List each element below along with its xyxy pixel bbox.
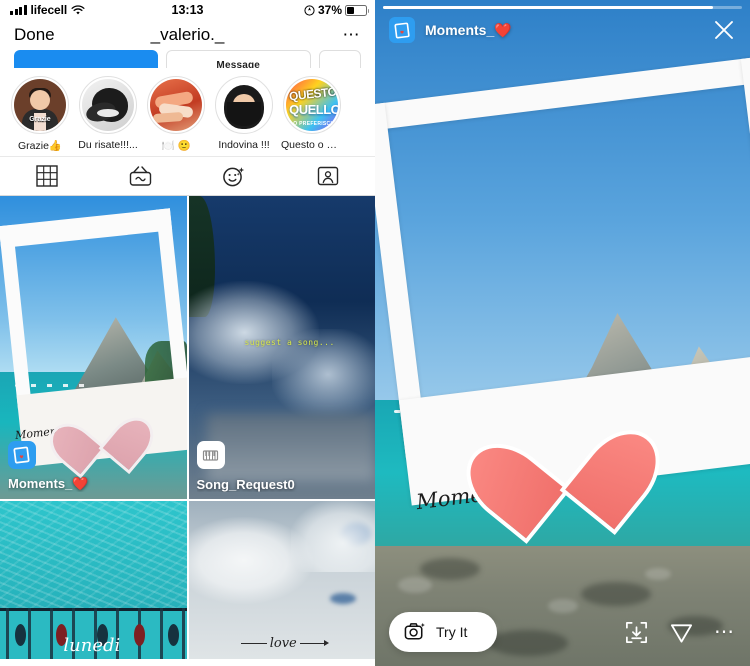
grid-item-lunedi[interactable]: lunedi [0, 501, 187, 659]
grid-item-label: Song_Request0 [196, 477, 295, 492]
grid-item-label: Moments_❤️ [8, 476, 89, 491]
profile-panel: lifecell 13:13 37% Done _valerio._ ⋯ Mes… [0, 0, 375, 666]
story-media: Moments... [375, 0, 750, 666]
highlight-questo-o-quello[interactable]: QUESTO QUELLO O PREFERISCI Questo o Q... [281, 76, 343, 152]
carrier-label: lifecell [30, 3, 68, 17]
highlight-label: Du risate!!!... [78, 139, 138, 151]
highlight-ring: Grazie [11, 76, 69, 134]
questo-art-line-2: QUELLO [289, 101, 338, 117]
highlight-grazie[interactable]: Grazie Grazie👍 [10, 76, 70, 152]
story-effect-title: Moments_❤️ [425, 21, 512, 38]
battery-icon [345, 4, 369, 16]
grazie-avatar-text: Grazie [29, 115, 51, 123]
app-screen: lifecell 13:13 37% Done _valerio._ ⋯ Mes… [0, 0, 750, 666]
story-viewer-panel: Moments... Moments_❤️ Try It ⋯ [375, 0, 750, 666]
more-dots-icon[interactable]: ⋯ [714, 622, 736, 642]
highlight-ring [215, 76, 273, 134]
grid-item-song-request[interactable]: suggest a song... Song_Request0 [188, 196, 375, 499]
love-overlay: love [240, 636, 326, 652]
highlight-label: Indovina !!! [218, 139, 270, 151]
polaroid-effect-icon [8, 441, 36, 469]
highlight-food[interactable]: 🍽️ 🙂 [146, 76, 206, 152]
lunedi-script-overlay: lunedi [63, 634, 121, 656]
try-it-label: Try It [436, 624, 468, 640]
highlight-indovina[interactable]: Indovina !!! [214, 76, 274, 152]
highlight-label: 🍽️ 🙂 [161, 140, 191, 152]
tagged-person-icon [317, 166, 339, 186]
arrow-line-left [240, 642, 267, 645]
profile-username-title: _valerio._ [150, 25, 225, 44]
close-icon[interactable] [712, 18, 736, 42]
try-it-button[interactable]: Try It [389, 612, 497, 652]
battery-percent-label: 37% [317, 3, 342, 17]
profile-tab-bar[interactable] [0, 156, 375, 196]
grid-item-love[interactable]: love [188, 501, 375, 659]
wifi-icon [71, 4, 85, 14]
story-actions: ⋯ [624, 620, 736, 645]
love-script-overlay: love [269, 636, 297, 652]
camera-sparkle-icon [404, 622, 425, 639]
highlight-du-risate[interactable]: Du risate!!!... [78, 76, 138, 152]
follow-button[interactable] [14, 50, 158, 68]
done-button[interactable]: Done [14, 25, 55, 45]
location-services-icon [304, 4, 315, 16]
signal-bars-icon [10, 5, 27, 15]
polaroid-effect-icon[interactable] [389, 17, 415, 43]
story-highlights-row[interactable]: Grazie Grazie👍 Du risate!!!... 🍽️ 🙂 Indo… [0, 68, 375, 156]
status-bar: lifecell 13:13 37% [0, 0, 375, 20]
highlight-label: Questo o Q... [281, 139, 343, 151]
effects-smiley-icon [223, 166, 245, 186]
highlight-label: Grazie👍 [18, 140, 62, 152]
indovina-avatar [218, 79, 270, 131]
grid-tab[interactable] [0, 157, 94, 195]
profile-nav-bar: Done _valerio._ ⋯ [0, 20, 375, 50]
song-request-overlay-text: suggest a song... [244, 338, 335, 348]
suggested-users-button[interactable] [319, 50, 361, 68]
effects-grid[interactable]: Moments_ Moments_❤️ suggest a song... So… [0, 196, 375, 659]
grazie-avatar: Grazie [14, 79, 66, 131]
heart-sticker [65, 399, 138, 463]
story-header: Moments_❤️ [375, 14, 750, 46]
status-bar-left: lifecell [10, 3, 85, 17]
heart-sticker [493, 393, 629, 517]
send-paper-plane-icon[interactable] [669, 620, 694, 645]
save-to-camera-roll-icon[interactable] [624, 620, 649, 645]
arrow-line-right [299, 642, 326, 645]
message-button[interactable]: Message [165, 50, 311, 68]
grid-icon [36, 165, 58, 187]
igtv-tab[interactable] [94, 157, 188, 195]
profile-action-buttons: Message [0, 50, 375, 68]
highlight-ring: QUESTO QUELLO O PREFERISCI [283, 76, 341, 134]
highlight-ring [147, 76, 205, 134]
igtv-icon [129, 166, 152, 186]
more-dots-icon[interactable]: ⋯ [343, 26, 362, 43]
story-progress-bar [383, 6, 742, 9]
du-risate-avatar [82, 79, 134, 131]
story-footer: Try It ⋯ [375, 612, 750, 652]
status-bar-right: 37% [304, 3, 369, 17]
tagged-tab[interactable] [281, 157, 375, 195]
questo-avatar: QUESTO QUELLO O PREFERISCI [286, 79, 338, 131]
highlight-ring [79, 76, 137, 134]
piano-keys-icon [196, 441, 225, 469]
grid-item-moments[interactable]: Moments_ Moments_❤️ [0, 196, 187, 499]
effects-tab[interactable] [188, 157, 282, 195]
food-avatar [150, 79, 202, 131]
questo-art-line-3: O PREFERISCI [293, 120, 333, 127]
